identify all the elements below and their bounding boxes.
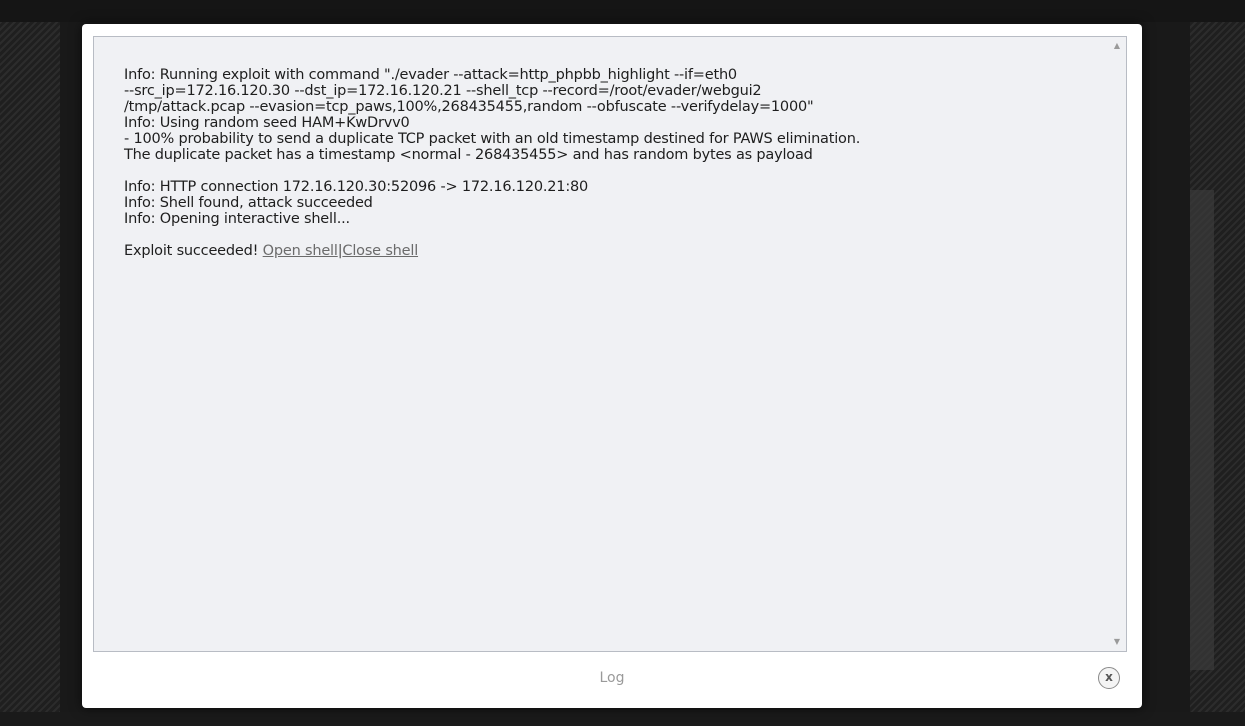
background-bottom-band bbox=[0, 712, 1245, 726]
log-line: Info: HTTP connection 172.16.120.30:5209… bbox=[124, 179, 589, 195]
log-line: Info: Using random seed HAM+KwDrvv0 bbox=[124, 115, 410, 131]
scroll-up-arrow-icon[interactable]: ▲ bbox=[1112, 41, 1122, 51]
log-line: - 100% probability to send a duplicate T… bbox=[124, 131, 861, 147]
background-scrollbar bbox=[1190, 190, 1214, 670]
log-text: Info: Running exploit with command "./ev… bbox=[124, 67, 1084, 259]
log-line: The duplicate packet has a timestamp <no… bbox=[124, 147, 813, 163]
dialog-title: Log bbox=[599, 670, 625, 686]
exploit-result-line: Exploit succeeded! Open shell|Close shel… bbox=[124, 243, 1084, 259]
close-icon[interactable]: x bbox=[1098, 667, 1120, 689]
log-line-blank bbox=[124, 227, 1084, 243]
log-line: /tmp/attack.pcap --evasion=tcp_paws,100%… bbox=[124, 99, 814, 115]
exploit-result-text: Exploit succeeded! bbox=[124, 243, 263, 259]
scroll-down-arrow-icon[interactable]: ▼ bbox=[1112, 637, 1122, 647]
open-shell-link[interactable]: Open shell bbox=[263, 243, 338, 259]
log-dialog: Info: Running exploit with command "./ev… bbox=[82, 24, 1142, 708]
background-top-band bbox=[0, 0, 1245, 22]
log-line-blank bbox=[124, 163, 1084, 179]
log-line: Info: Opening interactive shell... bbox=[124, 211, 350, 227]
close-shell-link[interactable]: Close shell bbox=[342, 243, 418, 259]
log-line: Info: Shell found, attack succeeded bbox=[124, 195, 373, 211]
log-output-box[interactable]: Info: Running exploit with command "./ev… bbox=[93, 36, 1127, 652]
log-line: Info: Running exploit with command "./ev… bbox=[124, 67, 737, 83]
log-line: --src_ip=172.16.120.30 --dst_ip=172.16.1… bbox=[124, 83, 762, 99]
